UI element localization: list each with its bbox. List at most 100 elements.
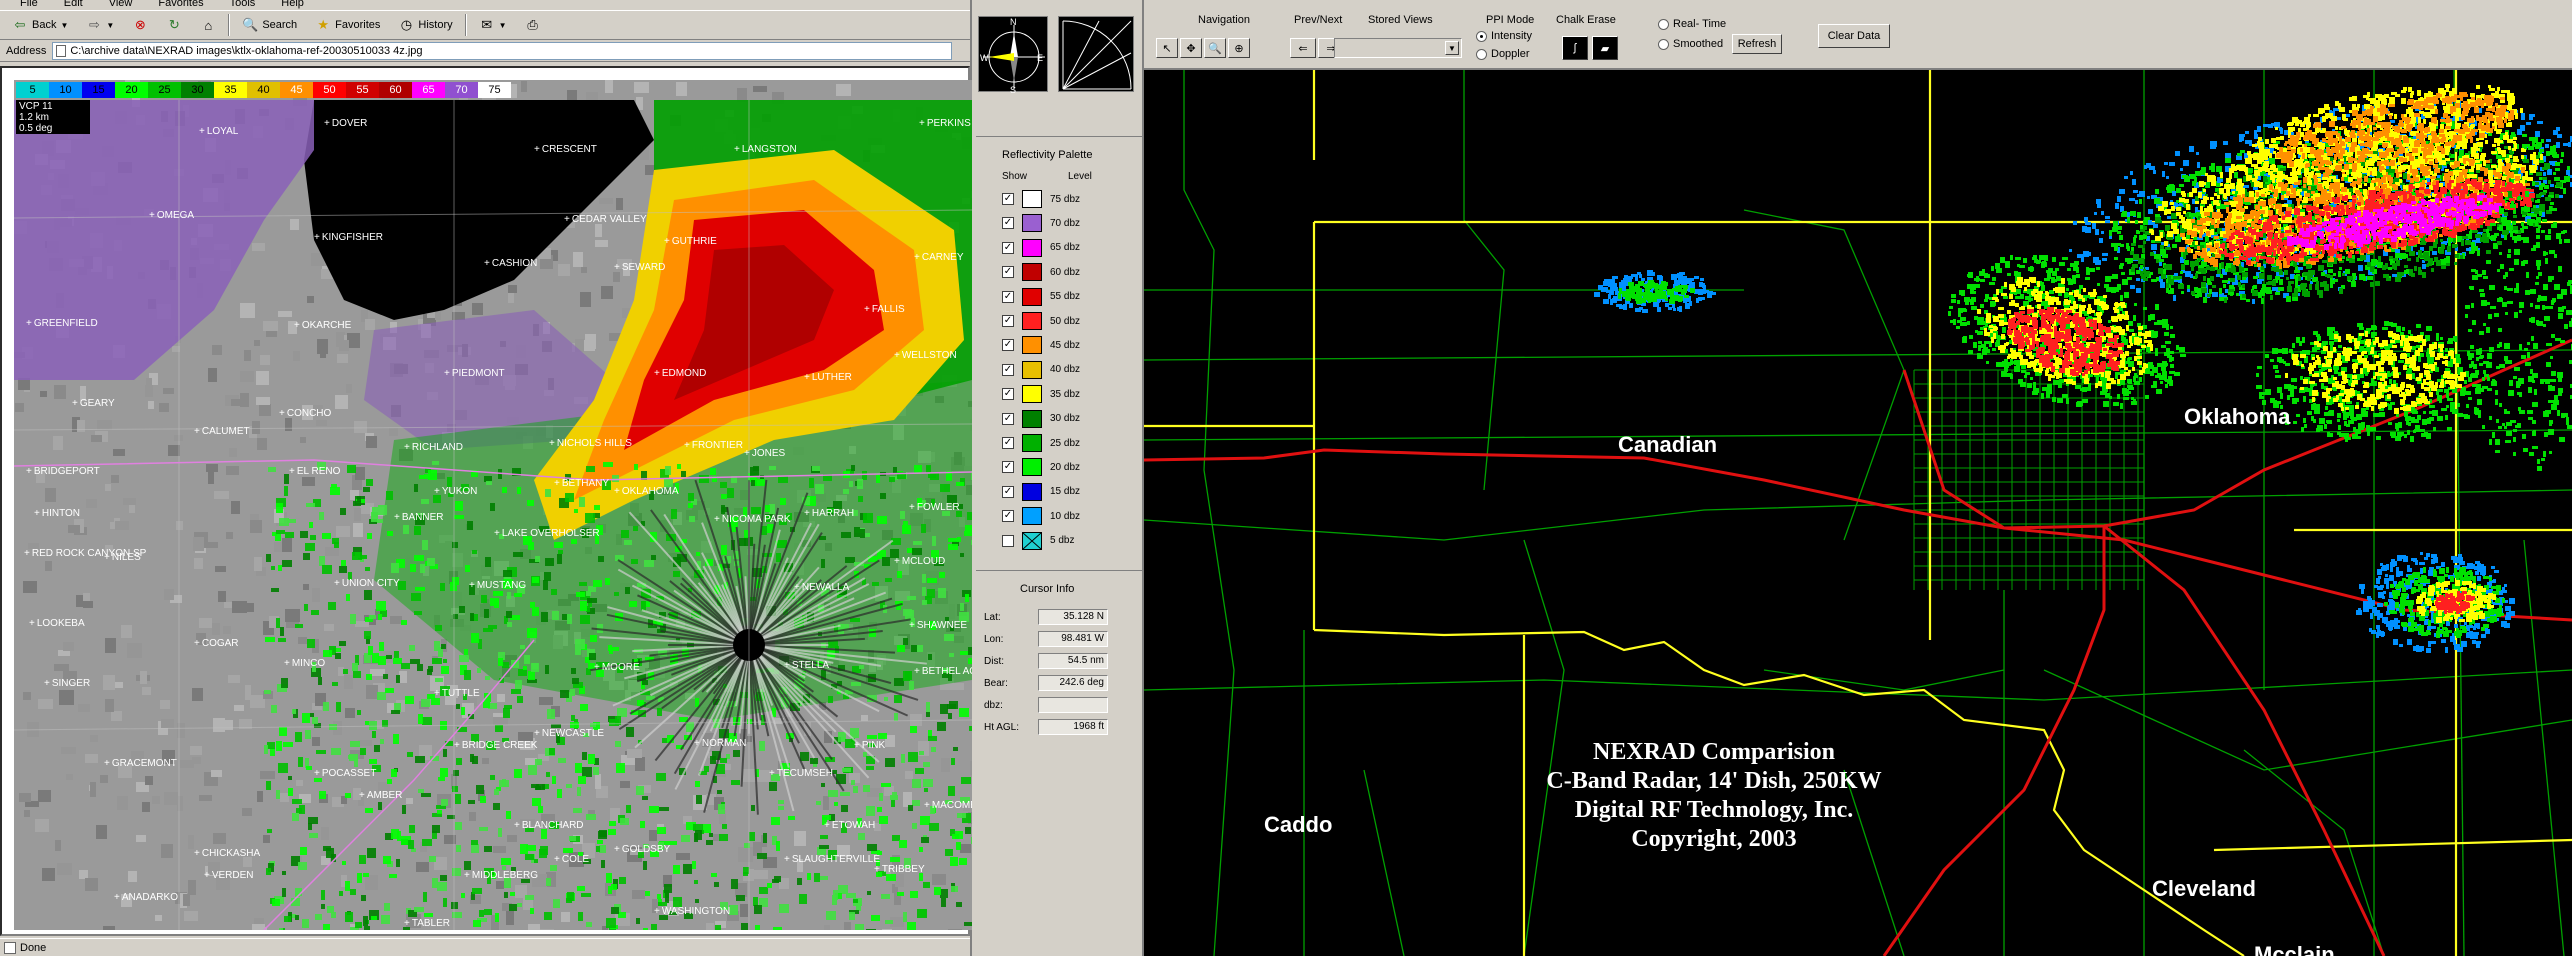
show-level-checkbox[interactable]: ✓ [1002, 510, 1014, 523]
show-level-checkbox[interactable]: ✓ [1002, 193, 1014, 205]
address-input[interactable]: C:\archive data\NEXRAD images\ktlx-oklah… [52, 41, 953, 60]
level-color-swatch[interactable] [1022, 385, 1042, 404]
level-color-swatch[interactable] [1022, 360, 1042, 379]
show-level-checkbox[interactable]: ✓ [1002, 437, 1014, 449]
level-color-swatch[interactable] [1022, 214, 1042, 233]
vcp-line: 1.2 km [19, 112, 50, 123]
chevron-down-icon: ▼ [1445, 41, 1459, 55]
level-color-swatch[interactable] [1022, 507, 1042, 526]
palette-row: ✓ 20 dbz [1002, 457, 1080, 477]
stop-button[interactable]: ⊗ [126, 14, 154, 36]
town-label: KINGFISHER [314, 232, 383, 243]
chalk-erase-2-button[interactable]: ▰ [1592, 36, 1618, 60]
level-color-swatch[interactable] [1022, 287, 1042, 306]
search-button[interactable]: 🔍 Search [236, 14, 303, 36]
prev-view-button[interactable]: ⇐ [1290, 38, 1316, 58]
town-label: BRIDGE CREEK [454, 740, 538, 751]
town-label: PINK [854, 740, 885, 751]
history-button[interactable]: ◷ History [392, 14, 458, 36]
palette-row: ✓ 30 dbz [1002, 409, 1080, 429]
palette-row: ✓ 40 dbz [1002, 360, 1080, 380]
level-color-swatch[interactable] [1022, 190, 1042, 208]
show-level-checkbox[interactable]: ✓ [1002, 461, 1014, 474]
town-label: SHAWNEE [909, 620, 967, 631]
toolbar-separator [464, 14, 467, 36]
globe-tool-button[interactable]: ⊕ [1228, 38, 1250, 58]
home-button[interactable]: ⌂ [194, 14, 222, 36]
favorites-button[interactable]: ★ Favorites [309, 14, 386, 36]
prev-arrow-icon: ⇐ [1298, 42, 1308, 55]
stored-views-label: Stored Views [1368, 14, 1433, 26]
palette-row: ✓ 70 dbz [1002, 213, 1080, 233]
zoom-tool-button[interactable]: 🔍 [1204, 38, 1226, 58]
show-level-checkbox[interactable]: ✓ [1002, 266, 1014, 279]
show-level-checkbox[interactable]: ✓ [1002, 290, 1014, 303]
chalk-erase-1-button[interactable]: ʃ [1562, 36, 1588, 60]
level-color-swatch[interactable] [1022, 458, 1042, 477]
print-button[interactable]: ⎙ [519, 14, 547, 36]
level-color-swatch[interactable] [1022, 434, 1042, 452]
menu-tools[interactable]: Tools [230, 0, 256, 9]
refresh-button[interactable]: ↻ [160, 14, 188, 36]
level-color-swatch[interactable] [1022, 482, 1042, 501]
level-color-swatch[interactable] [1022, 238, 1042, 257]
pan-tool-button[interactable]: ✥ [1180, 38, 1202, 58]
back-button[interactable]: ⇦ Back ▼ [6, 14, 74, 36]
sector-view[interactable] [1058, 16, 1134, 92]
menu-help[interactable]: Help [281, 0, 304, 9]
cursor-info-label: dbz: [984, 699, 1003, 711]
town-label: MOORE [594, 662, 640, 673]
radar-map-view[interactable]: Canadian Oklahoma Caddo Cleveland Mcclai… [1144, 70, 2572, 956]
search-icon: 🔍 [242, 17, 259, 32]
show-level-checkbox[interactable]: ✓ [1002, 339, 1014, 352]
level-label: 5 dbz [1050, 535, 1075, 547]
town-label: HARRAH [804, 508, 854, 519]
clear-data-button[interactable]: Clear Data [1818, 24, 1890, 48]
town-label: OKARCHE [294, 320, 351, 331]
town-label: EL RENO [289, 466, 341, 477]
show-level-checkbox[interactable]: ✓ [1002, 363, 1014, 376]
town-label: JONES [744, 448, 785, 459]
show-level-checkbox[interactable] [1002, 534, 1014, 547]
town-label: OMEGA [149, 210, 194, 221]
menu-edit[interactable]: Edit [64, 0, 83, 9]
realtime-radio[interactable]: Real- Time [1658, 18, 1726, 30]
forward-button[interactable]: ⇨ ▼ [80, 14, 120, 36]
level-color-swatch[interactable] [1022, 312, 1042, 330]
show-level-checkbox[interactable]: ✓ [1002, 217, 1014, 230]
cursor-info-label: Bear: [984, 677, 1008, 689]
pointer-tool-button[interactable]: ↖ [1156, 38, 1178, 58]
level-color-swatch[interactable] [1022, 336, 1042, 355]
smoothed-radio[interactable]: Smoothed [1658, 38, 1723, 50]
level-label: 40 dbz [1050, 364, 1081, 376]
compass-rose[interactable]: N E S W [978, 16, 1048, 95]
stored-views-select[interactable]: ▼ [1334, 38, 1462, 58]
stop-icon: ⊗ [134, 17, 146, 32]
refresh-button[interactable]: Refresh [1732, 34, 1782, 54]
town-label: LOOKEBA [29, 618, 85, 629]
town-label: TUTTLE [434, 688, 480, 699]
palette-row: ✓ 35 dbz [1002, 384, 1080, 404]
doppler-radio[interactable]: Doppler [1476, 48, 1530, 60]
mail-button[interactable]: ✉ ▼ [473, 14, 513, 36]
menu-favorites[interactable]: Favorites [158, 0, 203, 9]
level-color-swatch[interactable] [1022, 409, 1042, 428]
menu-file[interactable]: File [20, 0, 38, 9]
level-color-swatch[interactable] [1022, 263, 1042, 282]
town-label: NICOMA PARK [714, 514, 791, 525]
show-level-checkbox[interactable]: ✓ [1002, 485, 1014, 498]
county-label-cleveland: Cleveland [2152, 876, 2256, 901]
menu-view[interactable]: View [109, 0, 133, 9]
address-value: C:\archive data\NEXRAD images\ktlx-oklah… [70, 44, 423, 57]
town-label: CEDAR VALLEY [564, 214, 647, 225]
town-label: BANNER [394, 512, 444, 523]
level-color-swatch[interactable] [1022, 531, 1042, 550]
show-level-checkbox[interactable]: ✓ [1002, 388, 1014, 401]
intensity-radio[interactable]: Intensity [1476, 30, 1532, 42]
show-level-checkbox[interactable]: ✓ [1002, 412, 1014, 425]
dbz-scale-cell: 25 [148, 82, 181, 98]
chalk-erase-label: Chalk Erase [1556, 14, 1616, 26]
dbz-scale-cell: 50 [313, 82, 346, 98]
show-level-checkbox[interactable]: ✓ [1002, 315, 1014, 327]
show-level-checkbox[interactable]: ✓ [1002, 241, 1014, 254]
